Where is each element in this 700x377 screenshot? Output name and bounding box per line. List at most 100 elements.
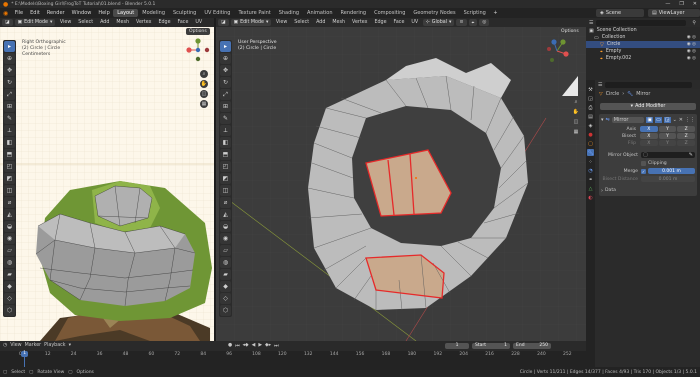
bisect-distance-field[interactable]: 0.001 m	[641, 176, 695, 182]
smooth-tool[interactable]: ◉	[4, 233, 15, 244]
push-pull-tool[interactable]: ◇	[4, 293, 15, 304]
main-menu-vertex[interactable]: Vertex	[350, 20, 370, 25]
tab-rendering[interactable]: Rendering	[337, 9, 371, 17]
modifier-name-field[interactable]: Mirror	[611, 116, 645, 123]
timeline-menu-view[interactable]: View	[10, 343, 21, 348]
tab-modeling[interactable]: Modeling	[138, 9, 169, 17]
main-menu-edge[interactable]: Edge	[372, 20, 389, 25]
delete-modifier-icon[interactable]: ✕	[679, 117, 683, 123]
merge-distance-field[interactable]: 0.001 m	[648, 168, 695, 174]
cursor-tool[interactable]: ⊕	[4, 53, 15, 64]
visibility-eye-icon[interactable]: ◉ ◎	[687, 56, 696, 61]
main-navigation-gizmo[interactable]	[544, 38, 570, 64]
outliner-row-circle[interactable]: ▽ Circle ◉ ◎	[586, 41, 700, 48]
prev-keyframe-icon[interactable]: ◂◆	[243, 343, 249, 348]
bevel-tool[interactable]: ◩	[220, 173, 231, 184]
particles-tab-icon[interactable]: ⁘	[587, 158, 594, 165]
select-box-tool[interactable]: ▸	[4, 41, 15, 52]
blender-menu-icon[interactable]: ◉	[0, 10, 11, 17]
tab-layout[interactable]: Layout	[113, 9, 139, 17]
jump-start-icon[interactable]: ⏮	[235, 343, 239, 349]
inset-tool[interactable]: ◰	[220, 161, 231, 172]
inset-tool[interactable]: ◰	[4, 161, 15, 172]
visibility-eye-icon[interactable]: ◉ ◎	[687, 49, 696, 54]
visibility-eye-icon[interactable]: ◉ ◎	[687, 42, 696, 47]
scale-tool[interactable]: ⤢	[220, 89, 231, 100]
collapse-chevron-icon[interactable]: ▾	[601, 117, 604, 123]
filter-icon[interactable]: ⚲	[692, 20, 696, 26]
annotate-tool[interactable]: ✎	[4, 113, 15, 124]
move-tool[interactable]: ✥	[220, 65, 231, 76]
viewport-toggle-icon[interactable]: ▭	[655, 116, 662, 123]
dropdown-menu-icon[interactable]: ⌄	[673, 117, 677, 123]
transform-tool[interactable]: ⊞	[220, 101, 231, 112]
main-menu-add[interactable]: Add	[314, 20, 328, 25]
select-box-tool[interactable]: ▸	[220, 41, 231, 52]
timeline-menu-marker[interactable]: Marker	[25, 343, 42, 348]
close-button[interactable]: ✕	[693, 1, 697, 7]
left-viewport[interactable]: ◪ ▣ Edit Mode ▾ View Select Add Mesh Verte…	[0, 18, 214, 341]
tool-tab-icon[interactable]: ⚒	[587, 86, 594, 93]
left-camera-button[interactable]: ◫	[200, 90, 208, 98]
left-menu-face[interactable]: Face	[175, 20, 191, 25]
proportional-edit-button[interactable]: ◎	[479, 19, 490, 26]
extrude-tool[interactable]: ⬒	[4, 149, 15, 160]
left-menu-vertex[interactable]: Vertex	[134, 20, 154, 25]
move-tool[interactable]: ✥	[4, 65, 15, 76]
next-keyframe-icon[interactable]: ◆▸	[265, 343, 271, 348]
poly-build-tool[interactable]: ◭	[220, 209, 231, 220]
add-workspace-button[interactable]: +	[490, 10, 501, 16]
minimize-button[interactable]: —	[665, 1, 670, 7]
tab-uv-editing[interactable]: UV Editing	[200, 9, 234, 17]
view-layer-tab-icon[interactable]: ▤	[587, 113, 594, 120]
main-menu-mesh[interactable]: Mesh	[330, 20, 348, 25]
left-ortho-button[interactable]: ▦	[200, 100, 208, 108]
tab-geometry-nodes[interactable]: Geometry Nodes	[409, 9, 459, 17]
menu-window[interactable]: Window	[68, 10, 95, 16]
shear-tool[interactable]: ▰	[220, 269, 231, 280]
shear-tool[interactable]: ▰	[4, 269, 15, 280]
current-frame-field[interactable]: 1	[445, 342, 469, 349]
main-menu-face[interactable]: Face	[391, 20, 407, 25]
rotate-tool[interactable]: ↻	[4, 77, 15, 88]
tab-compositing[interactable]: Compositing	[370, 9, 409, 17]
outliner-row-empty[interactable]: ⌖ Empty ◉ ◎	[586, 48, 700, 55]
record-icon[interactable]: ●	[228, 343, 232, 348]
scene-selector[interactable]: ◈ Scene	[596, 9, 644, 17]
main-menu-uv[interactable]: UV	[409, 20, 421, 25]
transform-tool[interactable]: ⊞	[4, 101, 15, 112]
spin-tool[interactable]: ◒	[4, 221, 15, 232]
shrink-fatten-tool[interactable]: ◍	[220, 257, 231, 268]
world-tab-icon[interactable]: ●	[587, 131, 594, 138]
clipping-checkbox[interactable]	[641, 161, 646, 166]
menu-render[interactable]: Render	[43, 10, 68, 16]
mirror-object-field[interactable]: ▢ ✎	[641, 152, 695, 158]
constraints-tab-icon[interactable]: ⚭	[587, 176, 594, 183]
main-mode-selector[interactable]: ▣ Edit Mode ▾	[230, 19, 272, 26]
rip-tool[interactable]: ◆	[4, 281, 15, 292]
jump-end-icon[interactable]: ⏭	[274, 343, 278, 349]
left-menu-select[interactable]: Select	[76, 20, 96, 25]
axis-z-toggle[interactable]: Z	[677, 126, 695, 132]
add-cube-tool[interactable]: ◧	[220, 137, 231, 148]
tab-scripting[interactable]: Scripting	[460, 9, 490, 17]
bevel-tool[interactable]: ◩	[4, 173, 15, 184]
play-reverse-icon[interactable]: ◀	[252, 343, 256, 348]
edit-mode-toggle-icon[interactable]: ▣	[646, 116, 654, 123]
outliner-row-collection[interactable]: ▭ Collection ◉ ◎	[586, 34, 700, 41]
start-frame-field[interactable]: Start 1	[472, 342, 510, 349]
loop-cut-tool[interactable]: ◫	[220, 185, 231, 196]
render-toggle-icon[interactable]: ◲	[663, 116, 671, 123]
scene-tab-icon[interactable]: ◈	[587, 122, 594, 129]
tab-animation[interactable]: Animation	[303, 9, 337, 17]
render-tab-icon[interactable]: ◲	[587, 95, 594, 102]
main-ortho-button[interactable]: ▦	[572, 128, 580, 136]
left-menu-uv[interactable]: UV	[193, 20, 205, 25]
modifier-tab-icon[interactable]: 🔧︎	[587, 149, 594, 156]
pivot-button[interactable]: ⊙	[456, 19, 467, 26]
tab-texture-paint[interactable]: Texture Paint	[234, 9, 274, 17]
properties-search-input[interactable]	[605, 81, 692, 88]
main-camera-button[interactable]: ◫	[572, 118, 580, 126]
measure-tool[interactable]: ⟂	[220, 125, 231, 136]
material-tab-icon[interactable]: ◐	[587, 194, 594, 201]
